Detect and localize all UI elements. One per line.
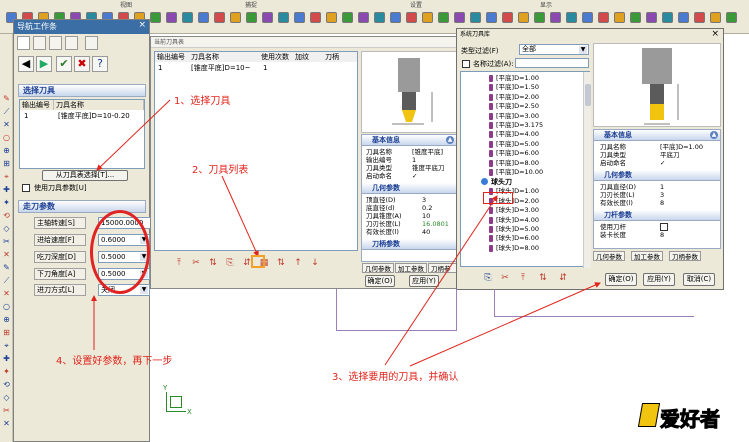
- watermark-logo: 爱好者: [660, 407, 721, 432]
- annotation-arrows: [91, 99, 601, 367]
- highlight-tool-list-button: [251, 255, 265, 268]
- highlight-ball-tool: [483, 192, 513, 204]
